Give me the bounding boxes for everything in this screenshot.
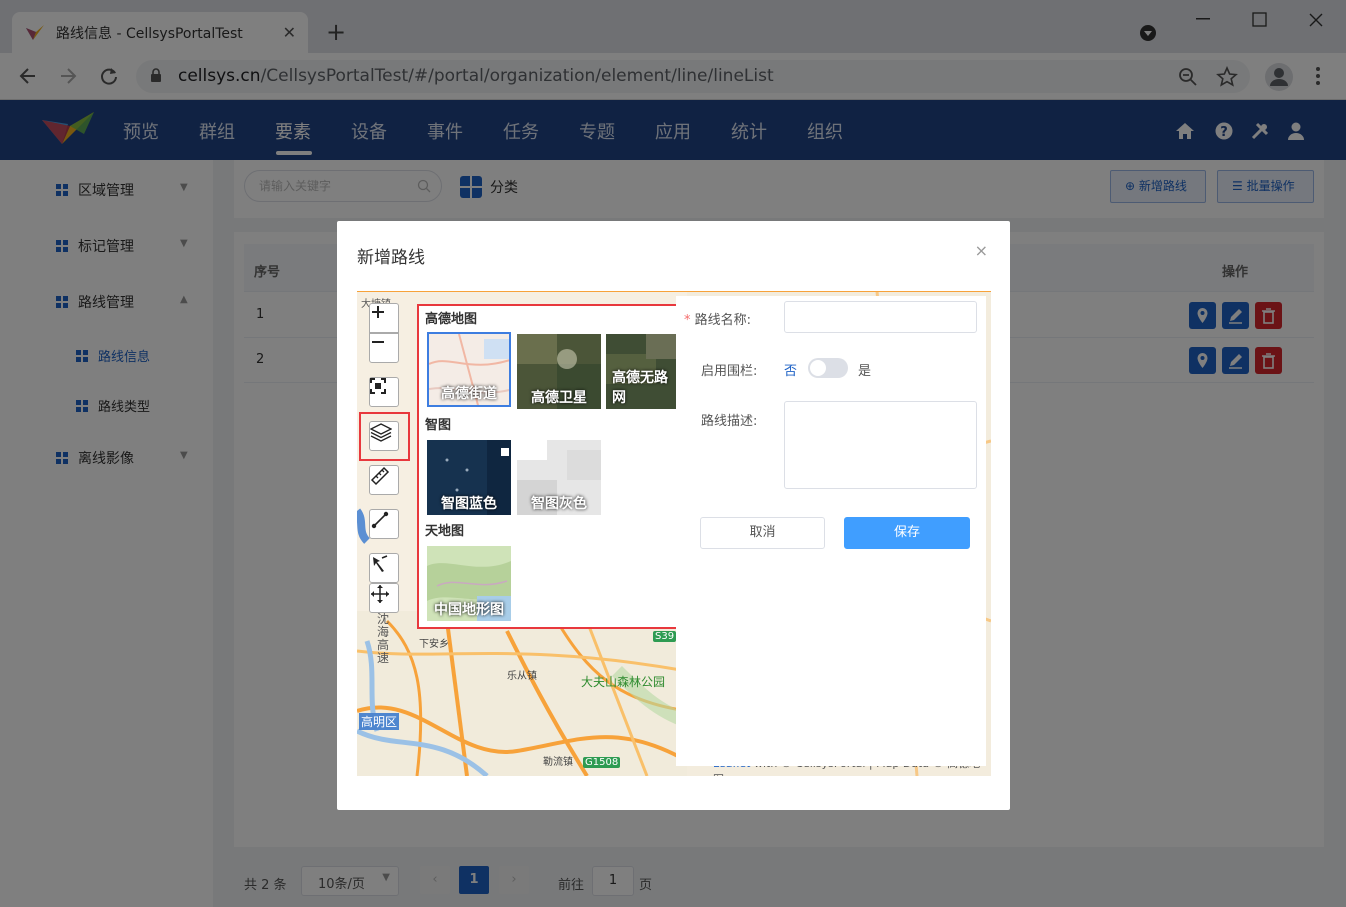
map-label: 大夫山森林公园 bbox=[581, 675, 666, 689]
required-mark: * bbox=[684, 313, 691, 328]
save-button[interactable]: 保存 bbox=[844, 517, 970, 549]
desc-label: 路线描述: bbox=[701, 414, 758, 429]
map-label: 沈海高速 bbox=[377, 612, 390, 665]
dialog-close-icon[interactable]: × bbox=[975, 241, 988, 260]
map-label: 勒流镇 bbox=[543, 757, 573, 768]
move-icon bbox=[371, 585, 389, 603]
pan-button[interactable] bbox=[369, 583, 399, 613]
fence-yes-label: 是 bbox=[858, 364, 872, 379]
dialog-title: 新增路线 bbox=[357, 248, 425, 268]
minus-icon bbox=[372, 341, 384, 343]
cancel-button[interactable]: 取消 bbox=[700, 517, 825, 549]
map-label: 乐从镇 bbox=[507, 671, 537, 682]
highlight-box bbox=[417, 304, 684, 629]
ruler-icon bbox=[370, 466, 390, 486]
measure-button[interactable] bbox=[369, 465, 399, 495]
road-badge: G1508 bbox=[583, 757, 621, 768]
fence-label: 启用围栏: bbox=[701, 364, 758, 379]
pointer-edit-icon bbox=[373, 555, 388, 572]
zoom-in-button[interactable] bbox=[369, 303, 399, 333]
polyline-icon bbox=[371, 511, 389, 529]
fence-toggle[interactable] bbox=[808, 358, 848, 378]
fence-no-label: 否 bbox=[784, 364, 798, 379]
zoom-out-button[interactable] bbox=[369, 333, 399, 363]
road-badge: S39 bbox=[653, 631, 677, 642]
name-label: * 路线名称: bbox=[684, 309, 751, 328]
draw-line-button[interactable] bbox=[369, 509, 399, 539]
route-name-input[interactable] bbox=[784, 301, 977, 333]
map-label: 下安乡 bbox=[419, 639, 449, 650]
edit-path-button[interactable] bbox=[369, 553, 399, 583]
toggle-knob bbox=[810, 360, 826, 376]
fullscreen-icon bbox=[370, 378, 386, 394]
name-label-text: 路线名称: bbox=[694, 313, 752, 328]
fullscreen-button[interactable] bbox=[369, 377, 399, 407]
plus-icon bbox=[372, 306, 384, 318]
route-form: * 路线名称: 启用围栏: 否 是 路线描述: 取消 保存 bbox=[676, 296, 986, 766]
map-label: 高明区 bbox=[359, 713, 400, 730]
route-description-textarea[interactable] bbox=[784, 401, 977, 489]
add-route-dialog: 新增路线 × 下安乡 乐从镇 大夫山森林公园 高明区 勒流镇 S39 G1508… bbox=[337, 221, 1010, 810]
highlight-box bbox=[359, 412, 410, 461]
